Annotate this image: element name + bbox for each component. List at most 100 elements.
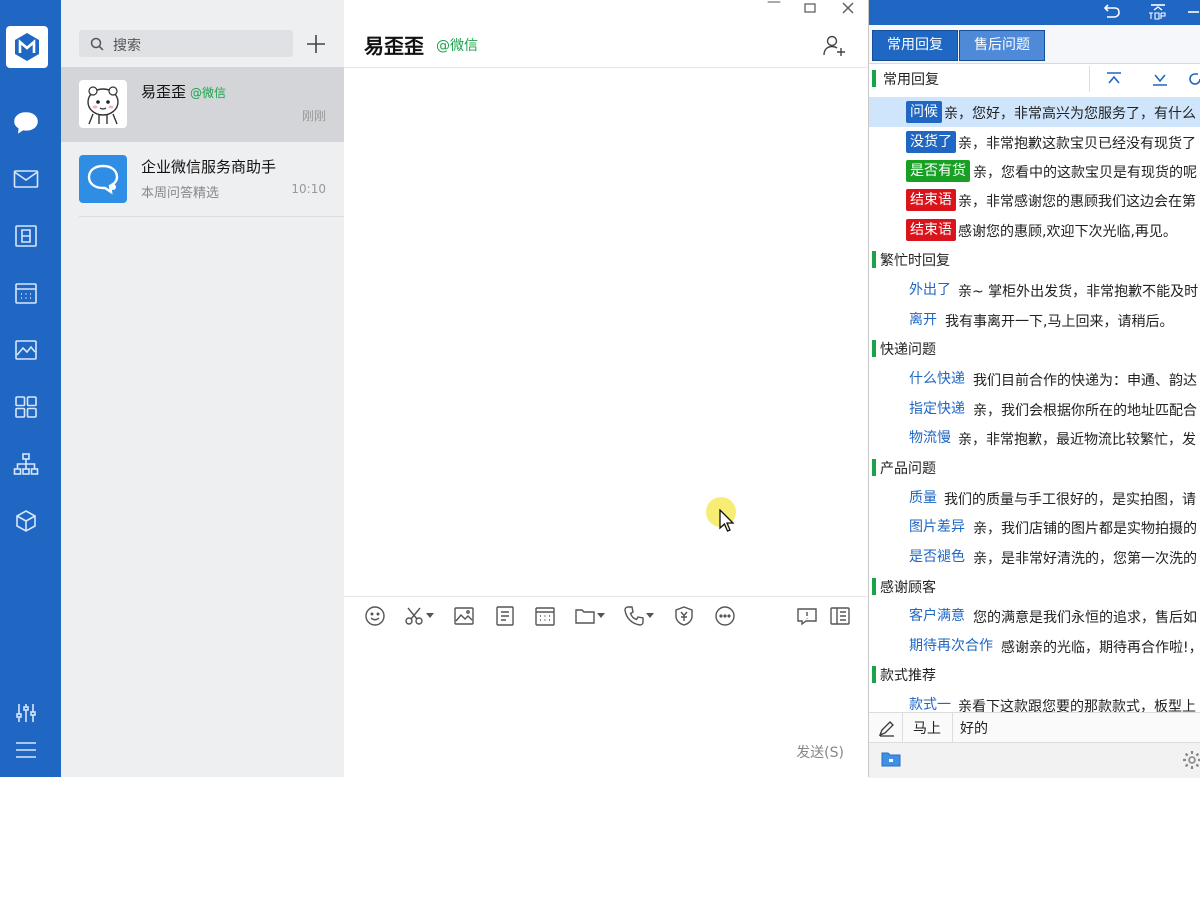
minimize-button[interactable]: — xyxy=(767,0,781,10)
gear-icon[interactable] xyxy=(1182,750,1200,770)
reply-item[interactable]: 款式一 亲看下这款跟您要的那款款式，板型上 xyxy=(869,690,1200,712)
mail-icon xyxy=(13,170,39,188)
schedule-button[interactable] xyxy=(533,604,557,628)
nav-docs-button[interactable] xyxy=(10,220,42,252)
category-header[interactable]: 款式推荐 xyxy=(869,660,1200,689)
reply-item[interactable]: 期待再次合作 感谢亲的光临，期待再合作啦!， xyxy=(869,631,1200,661)
quick-reply-tabs: 常用回复 售后问题 xyxy=(869,25,1200,64)
chat-record-button[interactable] xyxy=(795,604,819,628)
reply-item[interactable]: 什么快递 我们目前合作的快递为：申通、韵达 xyxy=(869,364,1200,394)
hexagon-cube-icon xyxy=(16,510,36,532)
call-button[interactable] xyxy=(622,604,646,628)
picture-icon xyxy=(454,607,474,625)
nav-plugin-button[interactable] xyxy=(10,505,42,537)
reply-keyword: 物流慢 xyxy=(909,430,951,446)
reply-item[interactable]: 指定快递 亲，我们会根据你所在的地址匹配合 xyxy=(869,394,1200,424)
divider xyxy=(952,713,953,743)
category-title: 繁忙时回复 xyxy=(880,253,950,269)
reply-keyword: 结束语 xyxy=(906,219,956,241)
reply-text: 亲~ 掌柜外出发货，非常抱歉不能及时 xyxy=(958,284,1199,300)
call-dropdown[interactable] xyxy=(644,604,656,628)
screenshot-button[interactable] xyxy=(402,604,426,628)
nav-menu-button[interactable] xyxy=(10,734,42,766)
scissors-icon xyxy=(405,607,423,625)
caret-down-icon xyxy=(597,613,605,618)
document-icon xyxy=(15,225,37,247)
nav-calendar-button[interactable] xyxy=(10,277,42,309)
reply-item[interactable]: 结束语 感谢您的惠顾,欢迎下次光临,再见。 xyxy=(869,215,1200,245)
divider xyxy=(902,713,903,743)
reply-text: 亲，我们会根据你所在的地址匹配合 xyxy=(973,403,1197,419)
message-input[interactable] xyxy=(344,632,868,732)
file-dropdown[interactable] xyxy=(595,604,607,628)
tab-common-reply[interactable]: 常用回复 xyxy=(872,30,958,61)
nav-apps-button[interactable] xyxy=(10,391,42,423)
screenshot-dropdown[interactable] xyxy=(424,604,436,628)
category-header[interactable]: 产品问题 xyxy=(869,453,1200,482)
reply-keyword: 是否有货 xyxy=(906,160,970,182)
divider xyxy=(79,216,344,217)
nav-settings-button[interactable] xyxy=(10,697,42,729)
source-tag: @微信 xyxy=(190,86,227,100)
image-button[interactable] xyxy=(452,604,476,628)
close-icon[interactable] xyxy=(842,2,854,14)
conversation-item[interactable]: 企业微信服务商助手 本周问答精选 10:10 xyxy=(61,142,344,217)
top-icon[interactable] xyxy=(1147,4,1169,20)
edit-pencil-icon[interactable] xyxy=(878,719,896,737)
reply-item[interactable]: 没货了 亲，非常抱歉这款宝贝已经没有现货了 xyxy=(869,127,1200,157)
quick-word[interactable]: 马上 xyxy=(913,718,941,738)
category-header[interactable]: 常用回复 xyxy=(869,64,1200,93)
reply-keyword: 外出了 xyxy=(909,282,951,298)
nav-photos-button[interactable] xyxy=(10,334,42,366)
reply-item[interactable]: 问候 亲，您好，非常高兴为您服务了，有什么 xyxy=(869,97,1200,127)
reply-keyword: 没货了 xyxy=(906,131,956,153)
category-header[interactable]: 感谢顾客 xyxy=(869,572,1200,601)
nav-org-button[interactable] xyxy=(10,448,42,480)
payment-button[interactable] xyxy=(672,604,696,628)
send-button[interactable]: 发送(S) xyxy=(796,742,844,762)
folder-icon xyxy=(575,609,595,624)
more-button[interactable] xyxy=(713,604,737,628)
message-area[interactable] xyxy=(344,68,868,596)
new-chat-button[interactable] xyxy=(304,32,328,56)
emoji-button[interactable] xyxy=(363,604,387,628)
reply-item[interactable]: 是否有货 亲，您看中的这款宝贝是有现货的呢 xyxy=(869,156,1200,186)
more-dots-icon xyxy=(715,606,735,626)
conversation-name: 企业微信服务商助手 xyxy=(141,158,277,176)
reply-item[interactable]: 图片差异 亲，我们店铺的图片都是实物拍摄的 xyxy=(869,512,1200,542)
reply-text: 我有事离开一下,马上回来，请稍后。 xyxy=(945,314,1174,330)
calendar-icon xyxy=(15,283,37,304)
side-panel-button[interactable] xyxy=(828,604,852,628)
category-marker xyxy=(872,70,876,87)
category-header[interactable]: 快递问题 xyxy=(869,334,1200,363)
reply-item[interactable]: 离开 我有事离开一下,马上回来，请稍后。 xyxy=(869,305,1200,335)
reply-item[interactable]: 外出了 亲~ 掌柜外出发货，非常抱歉不能及时 xyxy=(869,275,1200,305)
undo-icon[interactable] xyxy=(1103,3,1121,19)
folder-icon[interactable] xyxy=(881,750,901,767)
maximize-icon[interactable] xyxy=(804,3,816,13)
tab-after-sale[interactable]: 售后问题 xyxy=(959,30,1045,61)
quick-word[interactable]: 好的 xyxy=(960,718,988,738)
reply-item[interactable]: 是否褪色 亲，是非常好清洗的，您第一次洗的 xyxy=(869,542,1200,572)
reply-text: 亲，您好，非常高兴为您服务了，有什么 xyxy=(944,106,1196,122)
category-header[interactable]: 繁忙时回复 xyxy=(869,245,1200,274)
category-title: 产品问题 xyxy=(880,461,936,477)
doc-button[interactable] xyxy=(493,604,517,628)
reply-text: 亲，非常抱歉，最近物流比较繁忙，发 xyxy=(958,432,1196,448)
conversation-name: 易歪歪 @微信 xyxy=(141,81,226,102)
add-member-button[interactable] xyxy=(822,33,846,61)
plus-icon xyxy=(307,35,325,53)
reply-item[interactable]: 物流慢 亲，非常抱歉，最近物流比较繁忙，发 xyxy=(869,423,1200,453)
search-box[interactable]: 搜索 xyxy=(79,30,293,57)
reply-item[interactable]: 客户满意 您的满意是我们永恒的追求，售后如 xyxy=(869,601,1200,631)
reply-item[interactable]: 结束语 亲，非常感谢您的惠顾我们这边会在第 xyxy=(869,185,1200,215)
conversation-item[interactable]: 易歪歪 @微信 刚刚 xyxy=(61,67,344,142)
file-button[interactable] xyxy=(573,604,597,628)
reply-item[interactable]: 质量 我们的质量与手工很好的，是实拍图，请 xyxy=(869,483,1200,513)
nav-mail-button[interactable] xyxy=(10,163,42,195)
search-input[interactable]: 搜索 xyxy=(113,35,141,55)
minimize-icon[interactable] xyxy=(1187,10,1200,14)
nav-messages-button[interactable] xyxy=(10,106,42,138)
avatar xyxy=(79,80,127,128)
conversation-time: 10:10 xyxy=(291,182,326,196)
